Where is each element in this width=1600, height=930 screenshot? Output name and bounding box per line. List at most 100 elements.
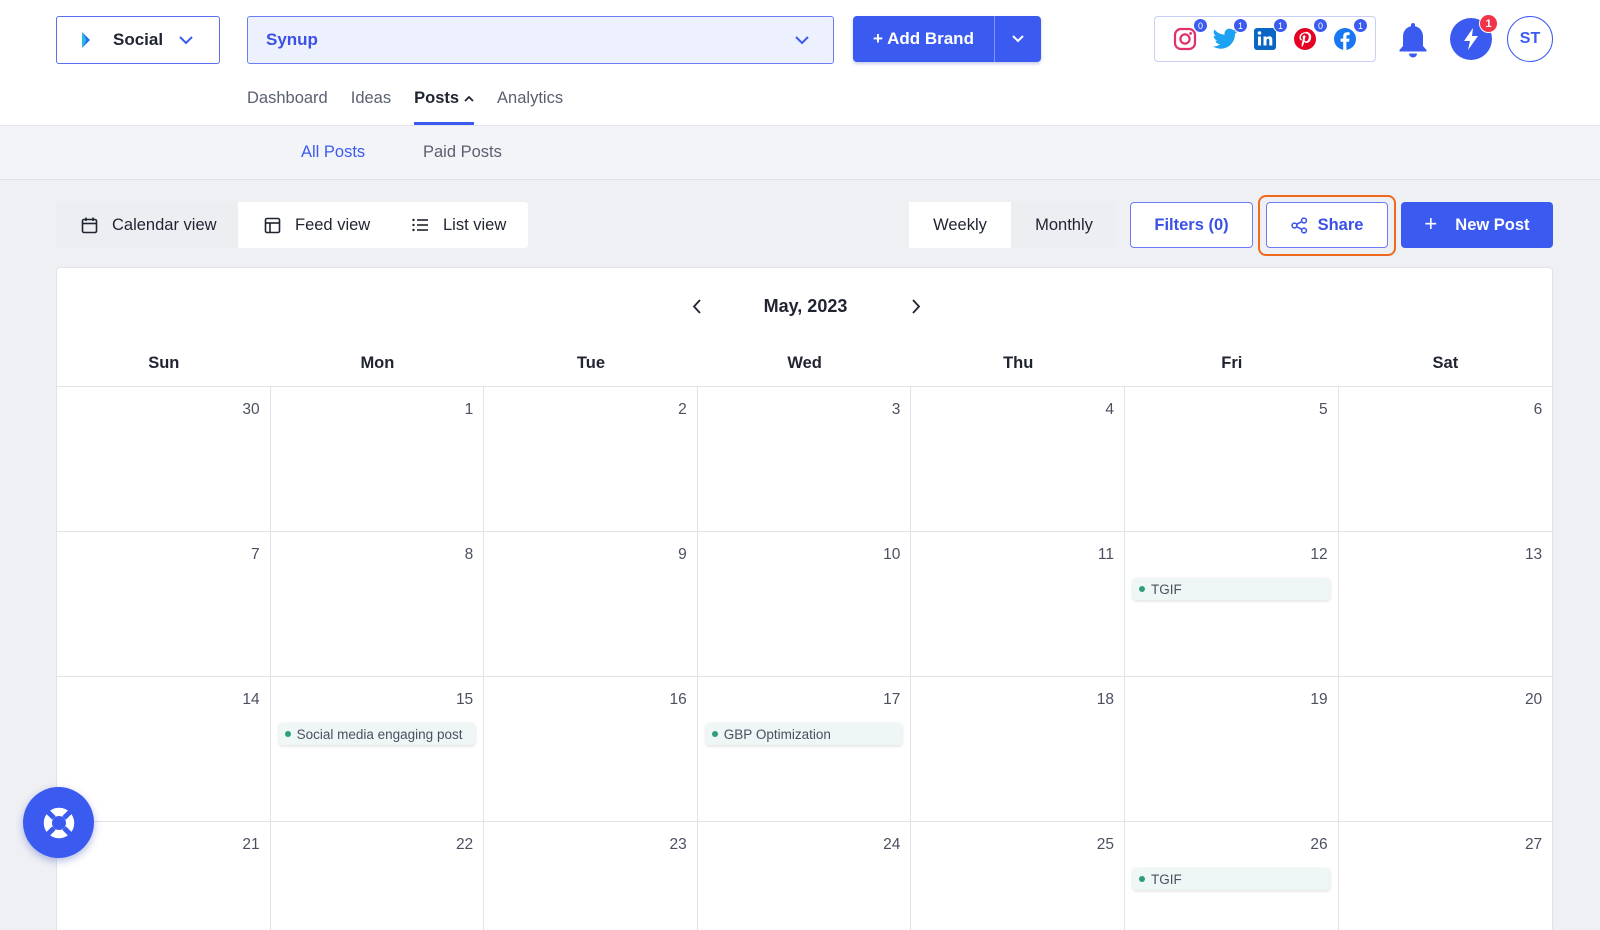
- nav-dashboard[interactable]: Dashboard: [247, 86, 328, 125]
- calendar-event[interactable]: GBP Optimization: [705, 723, 903, 745]
- calendar-day-cell[interactable]: 23: [484, 821, 698, 930]
- user-avatar[interactable]: ST: [1507, 16, 1553, 62]
- nav-posts[interactable]: Posts: [414, 86, 474, 125]
- chevron-down-icon: [795, 35, 809, 44]
- event-label: TGIF: [1151, 871, 1182, 887]
- sub-nav: All Posts Paid Posts: [0, 125, 1600, 180]
- subnav-all-posts[interactable]: All Posts: [301, 143, 365, 162]
- nav-posts-label: Posts: [414, 89, 460, 107]
- calendar-day-cell[interactable]: 1: [270, 386, 485, 531]
- calendar-day-cell[interactable]: 17 GBP Optimization: [697, 676, 912, 821]
- add-brand-dropdown[interactable]: [995, 16, 1041, 62]
- weekday-wed: Wed: [787, 354, 822, 372]
- event-status-dot: [284, 731, 291, 737]
- calendar-day-cell[interactable]: 4: [911, 386, 1125, 531]
- weekly-button[interactable]: Weekly: [909, 202, 1011, 248]
- calendar-day-cell[interactable]: 27: [1338, 821, 1553, 930]
- day-number: 14: [242, 691, 260, 708]
- linkedin-icon[interactable]: 1: [1252, 18, 1288, 52]
- chevron-right-icon[interactable]: [904, 294, 928, 318]
- day-number: 17: [883, 691, 901, 708]
- list-view-button[interactable]: List view: [391, 202, 528, 248]
- help-lifebuoy-icon[interactable]: [23, 787, 94, 858]
- brand-select[interactable]: Synup: [247, 16, 834, 64]
- event-label: TGIF: [1151, 581, 1182, 597]
- nav-analytics[interactable]: Analytics: [497, 86, 563, 125]
- social-accounts: 0 1 1 0 1: [1154, 16, 1376, 62]
- view-toggle: Calendar view Feed view List view: [56, 202, 528, 248]
- calendar-day-cell[interactable]: 11: [911, 531, 1125, 676]
- calendar-icon: [81, 217, 98, 234]
- calendar-day-cell[interactable]: 12 TGIF: [1125, 531, 1339, 676]
- share-button[interactable]: Share: [1266, 202, 1388, 248]
- day-number: 8: [464, 546, 474, 563]
- calendar-day-cell[interactable]: 10: [697, 531, 912, 676]
- day-number: 22: [455, 836, 474, 853]
- period-toggle: Weekly Monthly: [909, 202, 1117, 248]
- calendar-day-cell[interactable]: 13: [1338, 531, 1553, 676]
- subnav-paid-posts[interactable]: Paid Posts: [423, 143, 502, 162]
- calendar-day-cell[interactable]: 24: [697, 821, 912, 930]
- day-number: 25: [1096, 836, 1114, 853]
- calendar-day-cell[interactable]: 19: [1125, 676, 1339, 821]
- calendar-day-cell[interactable]: 9: [484, 531, 698, 676]
- calendar-day-cell[interactable]: 5: [1125, 386, 1339, 531]
- calendar-day-cell[interactable]: 8: [270, 531, 485, 676]
- account-count-badge: 1: [1273, 18, 1288, 33]
- filters-button[interactable]: Filters (0): [1130, 202, 1253, 248]
- feed-view-label: Feed view: [295, 215, 371, 234]
- calendar-header: May, 2023: [57, 292, 1552, 322]
- calendar-day-cell[interactable]: 2: [484, 386, 698, 531]
- calendar-day-cell[interactable]: 30: [57, 386, 271, 531]
- add-brand-button[interactable]: + Add Brand: [853, 16, 1041, 62]
- new-post-button[interactable]: + New Post: [1401, 202, 1553, 248]
- nav-dashboard-label: Dashboard: [247, 89, 328, 107]
- plus-icon: +: [1424, 211, 1438, 236]
- calendar-event[interactable]: TGIF: [1133, 578, 1330, 600]
- calendar-day-cell[interactable]: 7: [57, 531, 271, 676]
- activity-bolt-icon[interactable]: 1: [1450, 14, 1498, 60]
- instagram-icon[interactable]: 0: [1172, 18, 1208, 52]
- day-number: 13: [1524, 546, 1543, 563]
- nav-ideas[interactable]: Ideas: [351, 86, 391, 125]
- chevron-left-icon[interactable]: [684, 294, 708, 318]
- feed-view-button[interactable]: Feed view: [238, 202, 391, 248]
- day-number: 5: [1318, 401, 1328, 418]
- product-switcher[interactable]: Social: [56, 16, 220, 64]
- event-label: GBP Optimization: [723, 726, 831, 742]
- calendar-event[interactable]: Social media engaging post: [278, 723, 476, 745]
- chevron-down-icon: [1012, 35, 1024, 43]
- weekday-header: Sun Mon Tue Wed Thu Fri Sat: [57, 354, 1552, 374]
- calendar-event[interactable]: TGIF: [1133, 868, 1330, 890]
- calendar-view-button[interactable]: Calendar view: [56, 202, 238, 248]
- nav-ideas-label: Ideas: [350, 89, 392, 107]
- calendar-day-cell[interactable]: 3: [697, 386, 912, 531]
- calendar-day-cell[interactable]: 16: [484, 676, 698, 821]
- product-label: Social: [113, 30, 164, 49]
- calendar-day-cell[interactable]: 25: [911, 821, 1125, 930]
- notifications-bell-icon[interactable]: [1394, 20, 1432, 60]
- day-number: 4: [1105, 401, 1114, 418]
- add-brand-label[interactable]: + Add Brand: [853, 16, 995, 62]
- day-number: 1: [464, 401, 474, 418]
- chevron-up-icon: [464, 95, 474, 102]
- calendar-day-cell[interactable]: 6: [1338, 386, 1553, 531]
- monthly-button[interactable]: Monthly: [1011, 202, 1117, 248]
- calendar-day-cell[interactable]: 20: [1338, 676, 1553, 821]
- list-icon: [412, 218, 429, 232]
- calendar-day-cell[interactable]: 15 Social media engaging post: [270, 676, 485, 821]
- day-number: 10: [883, 546, 901, 563]
- day-number: 12: [1310, 546, 1328, 563]
- calendar-day-cell[interactable]: 14: [57, 676, 271, 821]
- day-number: 23: [669, 836, 687, 853]
- day-number: 3: [891, 401, 901, 418]
- calendar-day-cell[interactable]: 26 TGIF: [1125, 821, 1339, 930]
- event-status-dot: [1139, 876, 1145, 882]
- facebook-icon[interactable]: 1: [1332, 18, 1368, 52]
- day-number: 6: [1533, 401, 1543, 418]
- twitter-icon[interactable]: 1: [1212, 18, 1248, 52]
- calendar-day-cell[interactable]: 22: [270, 821, 485, 930]
- pinterest-icon[interactable]: 0: [1292, 18, 1328, 52]
- calendar-day-cell[interactable]: 18: [911, 676, 1125, 821]
- event-status-dot: [711, 731, 718, 737]
